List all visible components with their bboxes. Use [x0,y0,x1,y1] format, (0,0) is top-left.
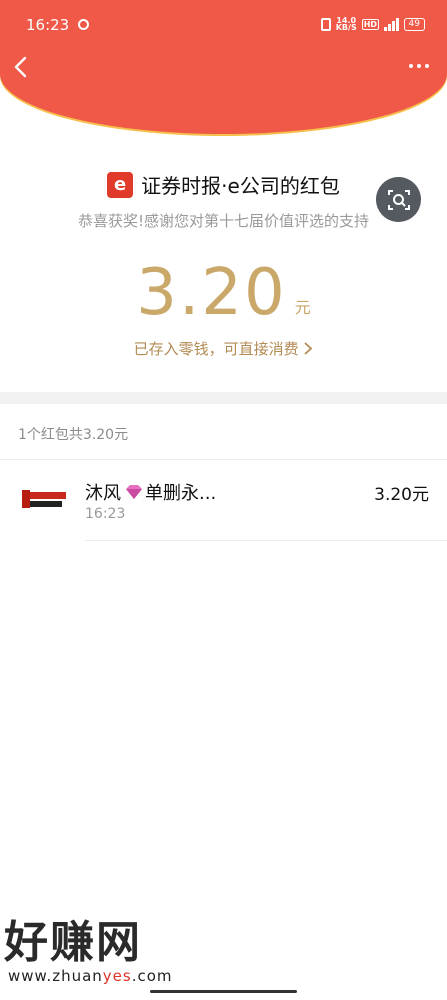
divider-line [85,540,447,541]
hd-badge: HD [361,18,380,30]
recipient-name: 沐风 单删永... [85,479,216,505]
watermark-url-part2: yes [102,967,132,985]
saved-to-change-text: 已存入零钱，可直接消费 [133,340,299,358]
list-item[interactable]: 沐风 单删永... 16:23 3.20元 [0,460,447,542]
chevron-right-icon [304,342,313,355]
status-indicators: 14.0 KB/S HD 49 [320,17,425,32]
saved-to-change-link[interactable]: 已存入零钱，可直接消费 [0,338,447,359]
status-time: 16:23 [26,16,70,34]
sender-name: 证券时报·e公司的红包 [141,174,340,198]
status-bar: 16:23 14.0 KB/S HD 49 [0,0,447,50]
notification-dot-icon [78,19,89,30]
home-indicator[interactable] [150,990,297,993]
watermark-logo: 好赚网 [4,917,142,968]
greeting-text: 恭喜获奖!感谢您对第十七届价值评选的支持 [77,212,369,230]
more-dots-icon[interactable] [409,64,429,68]
scan-search-icon [387,189,410,210]
packet-summary: 1个红包共3.20元 [18,427,129,443]
recipient-name-part2: 单删永... [145,483,217,504]
amount-unit: 元 [294,298,311,317]
network-speed: 14.0 KB/S [335,17,357,32]
heart-gem-icon [126,485,142,499]
amount-display: 3.20 元 [0,258,447,328]
vibrate-icon [320,17,331,31]
signal-icon [384,17,399,31]
watermark-url: www.zhuanyes.com [8,967,173,985]
record-time: 16:23 [85,506,126,522]
header-banner: 16:23 14.0 KB/S HD 49 [0,0,447,134]
sender-logo: e [107,171,134,198]
network-speed-unit: KB/S [335,23,357,32]
record-amount: 3.20元 [374,485,429,505]
recipient-name-part1: 沐风 [85,483,121,504]
watermark-url-part3: .com [131,967,173,985]
avatar [22,490,66,510]
watermark-url-part1: www.zhuan [8,967,103,985]
section-divider [0,392,447,404]
chevron-left-icon[interactable] [12,56,32,78]
amount-value: 3.20 [136,256,287,330]
battery-indicator: 49 [403,17,425,31]
